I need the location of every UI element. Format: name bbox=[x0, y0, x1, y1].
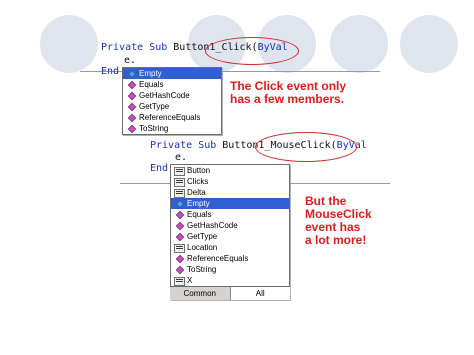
method-icon bbox=[127, 124, 137, 134]
decorative-circle bbox=[40, 15, 98, 73]
list-item[interactable]: ToString bbox=[123, 123, 221, 134]
list-item[interactable]: Empty bbox=[171, 198, 289, 209]
method-icon bbox=[175, 265, 185, 275]
list-item[interactable]: Equals bbox=[171, 209, 289, 220]
list-item[interactable]: Clicks bbox=[171, 176, 289, 187]
list-item-label: Equals bbox=[139, 80, 164, 89]
intellisense-list[interactable]: Empty Equals GetHashCode GetType Referen… bbox=[122, 67, 222, 135]
property-icon bbox=[174, 244, 185, 253]
list-item[interactable]: ToString bbox=[171, 264, 289, 275]
keyword: Private bbox=[150, 140, 193, 151]
list-item-label: Delta bbox=[187, 188, 206, 197]
tab-all[interactable]: All bbox=[230, 287, 290, 300]
list-item[interactable]: GetHashCode bbox=[171, 220, 289, 231]
method-icon bbox=[127, 102, 137, 112]
list-item[interactable]: ReferenceEquals bbox=[171, 253, 289, 264]
method-icon bbox=[175, 232, 185, 242]
list-item-label: Equals bbox=[187, 210, 212, 219]
code-line-end: End bbox=[150, 163, 169, 174]
list-item[interactable]: Empty bbox=[123, 68, 221, 79]
method-icon bbox=[175, 221, 185, 231]
list-item[interactable]: ReferenceEquals bbox=[123, 112, 221, 123]
list-item-label: ReferenceEquals bbox=[187, 254, 249, 263]
property-icon bbox=[174, 277, 185, 286]
method-icon bbox=[127, 113, 137, 123]
list-item-label: GetType bbox=[139, 102, 170, 111]
property-icon bbox=[174, 189, 185, 198]
list-item[interactable]: GetType bbox=[171, 231, 289, 242]
method-icon bbox=[175, 254, 185, 264]
code-line-typing[interactable]: e. bbox=[175, 152, 187, 164]
list-item[interactable]: Location bbox=[171, 242, 289, 253]
keyword: Sub bbox=[198, 140, 217, 151]
list-item-label: ToString bbox=[187, 265, 217, 274]
list-item-label: Empty bbox=[187, 199, 210, 208]
keyword: Sub bbox=[149, 42, 168, 53]
list-item-label: Button bbox=[187, 166, 211, 175]
list-item-label: ToString bbox=[139, 124, 169, 133]
field-icon bbox=[128, 70, 136, 78]
list-item-label: Empty bbox=[139, 69, 162, 78]
list-item-label: X bbox=[187, 276, 193, 285]
code-line-typing[interactable]: e. bbox=[124, 55, 136, 67]
code-line-end: End bbox=[101, 66, 120, 77]
list-item[interactable]: Button bbox=[171, 165, 289, 176]
field-icon bbox=[176, 200, 184, 208]
list-item[interactable]: Delta bbox=[171, 187, 289, 198]
method-icon bbox=[127, 80, 137, 90]
decorative-circle bbox=[400, 15, 458, 73]
highlight-ellipse bbox=[205, 37, 299, 65]
tab-common[interactable]: Common bbox=[170, 287, 231, 300]
list-item-label: Location bbox=[187, 243, 218, 252]
list-item-label: Clicks bbox=[187, 177, 209, 186]
list-item-label: GetHashCode bbox=[187, 221, 238, 230]
method-icon bbox=[175, 210, 185, 220]
annotation-text: But the MouseClick event has a lot more! bbox=[305, 194, 372, 247]
annotation-text: The Click event only has a few members. bbox=[230, 79, 347, 106]
list-item-label: GetType bbox=[187, 232, 218, 241]
list-item[interactable]: GetType bbox=[123, 101, 221, 112]
list-item[interactable]: X bbox=[171, 275, 289, 286]
property-icon bbox=[174, 178, 185, 187]
keyword: Private bbox=[101, 42, 144, 53]
list-item-label: GetHashCode bbox=[139, 91, 190, 100]
intellisense-tabs: Common All bbox=[170, 286, 290, 300]
list-item[interactable]: Equals bbox=[123, 79, 221, 90]
intellisense-list[interactable]: Button Clicks Delta Empty Equals GetHash… bbox=[170, 164, 290, 300]
property-icon bbox=[174, 167, 185, 176]
list-item-label: ReferenceEquals bbox=[139, 113, 201, 122]
method-icon bbox=[127, 91, 137, 101]
decorative-circle bbox=[330, 15, 388, 73]
list-item[interactable]: GetHashCode bbox=[123, 90, 221, 101]
highlight-ellipse bbox=[255, 132, 357, 162]
